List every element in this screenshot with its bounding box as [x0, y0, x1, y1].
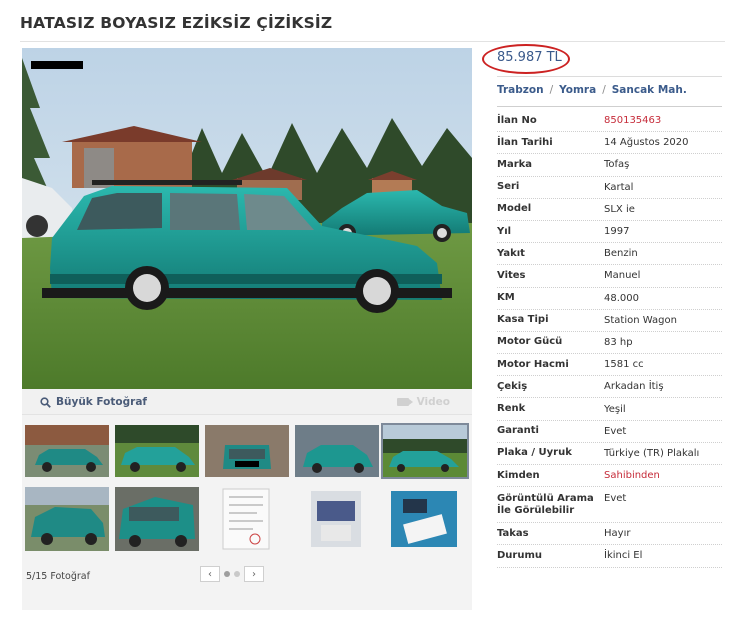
price-divider — [497, 76, 722, 77]
thumbnail-6[interactable] — [25, 487, 109, 551]
prev-page-button[interactable]: ‹ — [200, 566, 220, 582]
spec-value: İkinci El — [604, 550, 643, 562]
spec-row: Marka Tofaş — [497, 154, 722, 177]
spec-value: 14 Ağustos 2020 — [604, 137, 689, 149]
spec-row: Çekiş Arkadan İtiş — [497, 376, 722, 399]
spec-label: Durumu — [497, 549, 543, 561]
spec-value: 48.000 — [604, 292, 639, 304]
spec-row: Motor Gücü 83 hp — [497, 332, 722, 355]
thumbnail-4[interactable] — [295, 425, 379, 477]
spec-label: Seri — [497, 181, 520, 193]
spec-label: Garanti — [497, 425, 539, 437]
location-breadcrumb: Trabzon / Yomra / Sancak Mah. — [497, 84, 687, 96]
spec-row: Renk Yeşil — [497, 398, 722, 421]
main-photo-image — [22, 48, 472, 389]
spec-value: Yeşil — [604, 403, 626, 415]
spec-label: KM — [497, 292, 515, 304]
spec-row: İlan Tarihi 14 Ağustos 2020 — [497, 132, 722, 155]
video-camera-icon — [396, 398, 413, 406]
thumbnail-9[interactable] — [295, 487, 379, 551]
spec-row: Yıl 1997 — [497, 221, 722, 244]
spec-label: Yıl — [497, 225, 512, 237]
spec-value: 850135463 — [604, 115, 662, 127]
location-separator: / — [549, 84, 554, 96]
thumbnail-3[interactable] — [205, 425, 289, 477]
spec-value: Evet — [604, 425, 627, 437]
spec-label: Plaka / Uyruk — [497, 447, 572, 459]
spec-value: Station Wagon — [604, 314, 677, 326]
spec-table: İlan No 850135463 İlan Tarihi 14 Ağustos 2… — [497, 110, 722, 568]
video-button[interactable]: Video — [396, 396, 450, 408]
spec-label: Kasa Tipi — [497, 314, 549, 326]
spec-value: SLX ie — [604, 203, 635, 215]
spec-row: Garanti Evet — [497, 421, 722, 443]
spec-value: 1581 cc — [604, 359, 644, 371]
price: 85.987 TL — [497, 50, 562, 65]
spec-row: Vites Manuel — [497, 265, 722, 288]
spec-row: İlan No 850135463 — [497, 110, 722, 133]
photo-toolbar: Büyük Fotoğraf Video — [22, 389, 472, 415]
thumbnail-10[interactable] — [383, 487, 467, 551]
spec-label: Kimden — [497, 469, 540, 481]
location-district[interactable]: Yomra — [559, 84, 596, 96]
spec-value: Sahibinden — [604, 470, 660, 482]
thumbnail-5[interactable] — [381, 423, 469, 479]
spec-label: Görüntülü Arama İle Görülebilir — [497, 493, 594, 517]
spec-label: Yakıt — [497, 247, 525, 259]
redaction-bar — [31, 61, 83, 69]
page-dot-2[interactable] — [234, 571, 240, 577]
spec-row: Durumu İkinci El — [497, 545, 722, 568]
spec-value: Türkiye (TR) Plakalı — [604, 447, 700, 459]
location-neighborhood[interactable]: Sancak Mah. — [612, 84, 687, 96]
spec-row: Plaka / Uyruk Türkiye (TR) Plakalı — [497, 443, 722, 465]
spec-row: Kasa Tipi Station Wagon — [497, 310, 722, 332]
spec-row: Motor Hacmi 1581 cc — [497, 354, 722, 377]
spec-label: İlan Tarihi — [497, 136, 553, 148]
spec-row: Görüntülü Arama İle Görülebilir Evet — [497, 487, 722, 524]
spec-value: Tofaş — [604, 159, 630, 171]
video-label: Video — [416, 396, 450, 408]
spec-label: Model — [497, 203, 532, 215]
spec-label: Motor Hacmi — [497, 358, 569, 370]
thumbnail-2[interactable] — [115, 425, 199, 477]
page-dot-1[interactable] — [224, 571, 230, 577]
spec-label: Marka — [497, 158, 533, 170]
big-photo-label: Büyük Fotoğraf — [56, 396, 147, 408]
listing-title: HATASIZ BOYASIZ EZİKSİZ ÇİZİKSİZ — [20, 14, 333, 32]
spec-row: Kimden Sahibinden — [497, 465, 722, 488]
photo-count: 5/15 Fotoğraf — [26, 571, 90, 582]
spec-row: Yakıt Benzin — [497, 243, 722, 266]
thumbnail-pager: ‹ › — [200, 566, 264, 582]
spec-row: Takas Hayır — [497, 523, 722, 546]
spec-value: Kartal — [604, 181, 634, 193]
next-page-button[interactable]: › — [244, 566, 264, 582]
thumbnail-1[interactable] — [25, 425, 109, 477]
location-city[interactable]: Trabzon — [497, 84, 544, 96]
spec-label: Motor Gücü — [497, 336, 563, 348]
spec-value: 1997 — [604, 226, 630, 238]
title-divider — [20, 41, 725, 42]
spec-label: Vites — [497, 269, 526, 281]
spec-value: Manuel — [604, 270, 641, 282]
spec-value: Evet — [604, 493, 627, 505]
spec-value: Hayır — [604, 528, 631, 540]
spec-label: Çekiş — [497, 380, 528, 392]
spec-row: Seri Kartal — [497, 177, 722, 199]
thumbnail-7[interactable] — [115, 487, 199, 551]
spec-value: 83 hp — [604, 336, 633, 348]
spec-label: İlan No — [497, 114, 537, 126]
big-photo-button[interactable]: Büyük Fotoğraf — [40, 396, 147, 408]
thumbnail-gallery: 5/15 Fotoğraf ‹ › — [22, 415, 472, 610]
main-photo[interactable] — [22, 48, 472, 389]
spec-label: Renk — [497, 403, 526, 415]
thumbnail-8[interactable] — [205, 487, 289, 551]
location-divider — [497, 106, 722, 107]
spec-value: Benzin — [604, 248, 638, 260]
spec-value: Arkadan İtiş — [604, 381, 664, 393]
magnifier-icon — [40, 396, 51, 408]
spec-label: Takas — [497, 527, 529, 539]
location-separator: / — [602, 84, 606, 96]
spec-row: Model SLX ie — [497, 199, 722, 221]
spec-row: KM 48.000 — [497, 288, 722, 310]
